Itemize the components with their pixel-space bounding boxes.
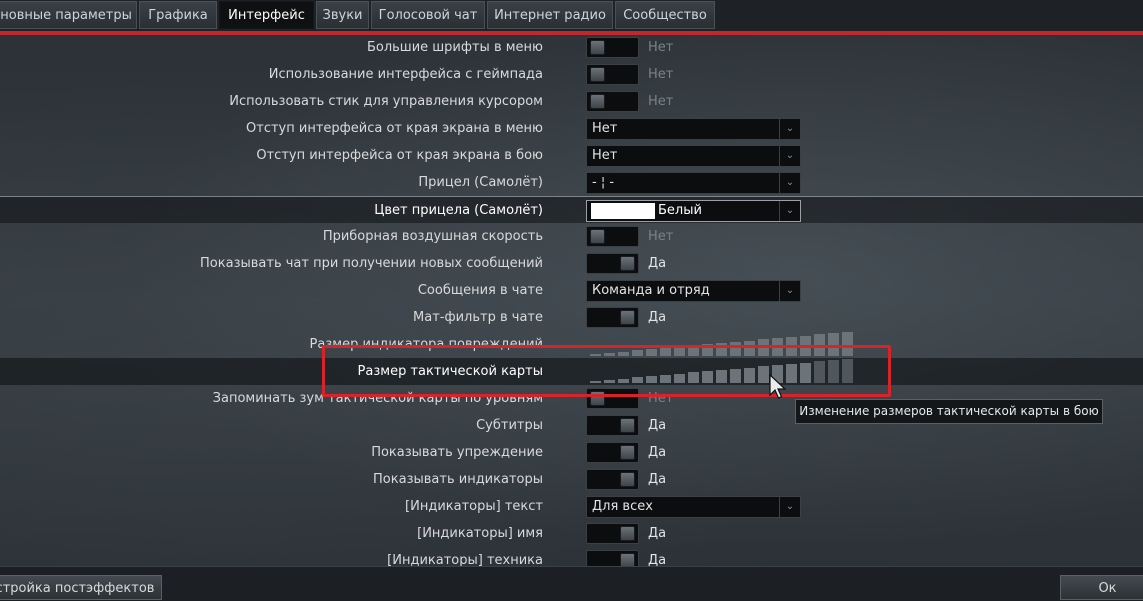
- row-indicators-text: [Индикаторы] текст Для всех ⌄: [0, 493, 1143, 520]
- setting-label: Отступ интерфейса от края экрана в меню: [246, 121, 543, 136]
- instrument-airspeed-toggle[interactable]: [586, 226, 639, 247]
- select-value: Для всех: [592, 499, 653, 514]
- toggle-value: Да: [648, 472, 667, 487]
- row-chat-messages: Сообщения в чате Команда и отряд ⌄: [0, 277, 1143, 304]
- battle-margin-select[interactable]: Нет ⌄: [586, 145, 801, 167]
- select-value: Нет: [592, 121, 618, 136]
- large-fonts-toggle[interactable]: [586, 37, 639, 58]
- setting-label: Использование интерфейса с геймпада: [268, 67, 543, 82]
- row-profanity-filter: Мат-фильтр в чате Да: [0, 304, 1143, 331]
- select-value: Нет: [592, 148, 618, 163]
- stick-cursor-toggle[interactable]: [586, 91, 639, 112]
- toggle-value: Нет: [648, 94, 674, 109]
- crosshair-preview: - ¦ -: [592, 175, 615, 190]
- chevron-down-icon[interactable]: ⌄: [779, 146, 800, 166]
- toggle-value: Нет: [648, 229, 674, 244]
- row-chat-on-new: Показывать чат при получении новых сообщ…: [0, 250, 1143, 277]
- chat-on-new-toggle[interactable]: [586, 253, 639, 274]
- chevron-down-icon[interactable]: ⌄: [779, 201, 800, 221]
- row-battle-margin: Отступ интерфейса от края экрана в бою Н…: [0, 142, 1143, 169]
- tooltip: Изменение размеров тактической карты в б…: [795, 399, 1103, 424]
- toggle-knob: [620, 526, 635, 541]
- toggle-value: Да: [648, 256, 667, 271]
- row-instrument-airspeed: Приборная воздушная скорость Нет: [0, 223, 1143, 250]
- setting-label: Прицел (Самолёт): [418, 175, 543, 190]
- select-value: Белый: [658, 203, 702, 218]
- setting-label: Цвет прицела (Самолёт): [374, 203, 543, 218]
- gamepad-ui-toggle[interactable]: [586, 64, 639, 85]
- setting-label: Сообщения в чате: [417, 283, 543, 298]
- highlight-box: [322, 345, 891, 397]
- toggle-knob: [620, 472, 635, 487]
- setting-label: Отступ интерфейса от края экрана в бою: [256, 148, 543, 163]
- toggle-knob: [590, 67, 605, 82]
- posteffects-settings-button[interactable]: стройка постэффектов: [0, 575, 162, 600]
- setting-label: Субтитры: [476, 418, 543, 433]
- chevron-down-icon[interactable]: ⌄: [779, 497, 800, 517]
- crosshair-select[interactable]: - ¦ - ⌄: [586, 172, 801, 194]
- toggle-value: Да: [648, 310, 667, 325]
- setting-label: [Индикаторы] текст: [405, 499, 543, 514]
- setting-label: Показывать упреждение: [371, 445, 543, 460]
- toggle-knob: [620, 445, 635, 460]
- row-large-fonts: Большие шрифты в меню Нет: [0, 34, 1143, 61]
- toggle-knob: [590, 40, 605, 55]
- setting-label: [Индикаторы] имя: [417, 526, 543, 541]
- tab-graphics[interactable]: Графика: [139, 1, 217, 29]
- tab-interface[interactable]: Интерфейс: [219, 1, 314, 29]
- toggle-value: Нет: [648, 40, 674, 55]
- bottom-bar: стройка постэффектов Ок: [0, 566, 1143, 601]
- setting-label: Приборная воздушная скорость: [322, 229, 543, 244]
- tab-internet-radio[interactable]: Интернет радио: [487, 1, 613, 29]
- toggle-knob: [620, 310, 635, 325]
- toggle-knob: [620, 256, 635, 271]
- tab-community[interactable]: Сообщество: [615, 1, 715, 29]
- toggle-knob: [620, 418, 635, 433]
- toggle-knob: [590, 94, 605, 109]
- tab-sounds[interactable]: Звуки: [316, 1, 369, 29]
- toggle-knob: [590, 229, 605, 244]
- show-lead-toggle[interactable]: [586, 442, 639, 463]
- indicators-text-select[interactable]: Для всех ⌄: [586, 496, 801, 518]
- tab-bar: сновные параметры Графика Интерфейс Звук…: [0, 0, 1143, 31]
- mouse-pointer-icon: [769, 374, 787, 399]
- toggle-value: Да: [648, 445, 667, 460]
- row-show-lead: Показывать упреждение Да: [0, 439, 1143, 466]
- row-show-indicators: Показывать индикаторы Да: [0, 466, 1143, 493]
- setting-label: Показывать чат при получении новых сообщ…: [200, 256, 543, 271]
- setting-label: Показывать индикаторы: [373, 472, 543, 487]
- profanity-filter-toggle[interactable]: [586, 307, 639, 328]
- row-crosshair: Прицел (Самолёт) - ¦ - ⌄: [0, 169, 1143, 196]
- row-crosshair-color: Цвет прицела (Самолёт) Белый ⌄: [0, 196, 1143, 223]
- chat-messages-select[interactable]: Команда и отряд ⌄: [586, 280, 801, 302]
- crosshair-color-select[interactable]: Белый ⌄: [586, 200, 801, 222]
- tab-main-params[interactable]: сновные параметры: [0, 1, 137, 29]
- chevron-down-icon[interactable]: ⌄: [779, 119, 800, 139]
- color-swatch: [591, 203, 655, 219]
- subtitles-toggle[interactable]: [586, 415, 639, 436]
- chevron-down-icon[interactable]: ⌄: [779, 173, 800, 193]
- setting-label: Большие шрифты в меню: [366, 40, 543, 55]
- menu-margin-select[interactable]: Нет ⌄: [586, 118, 801, 140]
- setting-label: Мат-фильтр в чате: [413, 310, 543, 325]
- toggle-value: Нет: [648, 67, 674, 82]
- setting-label: Использовать стик для управления курсоро…: [229, 94, 543, 109]
- indicators-name-toggle[interactable]: [586, 523, 639, 544]
- row-indicators-name: [Индикаторы] имя Да: [0, 520, 1143, 547]
- toggle-value: Да: [648, 418, 667, 433]
- select-value: Команда и отряд: [592, 283, 710, 298]
- row-gamepad-ui: Использование интерфейса с геймпада Нет: [0, 61, 1143, 88]
- row-stick-cursor: Использовать стик для управления курсоро…: [0, 88, 1143, 115]
- ok-button[interactable]: Ок: [1060, 575, 1143, 600]
- show-indicators-toggle[interactable]: [586, 469, 639, 490]
- row-menu-margin: Отступ интерфейса от края экрана в меню …: [0, 115, 1143, 142]
- toggle-value: Да: [648, 526, 667, 541]
- tab-voice-chat[interactable]: Голосовой чат: [371, 1, 485, 29]
- chevron-down-icon[interactable]: ⌄: [779, 281, 800, 301]
